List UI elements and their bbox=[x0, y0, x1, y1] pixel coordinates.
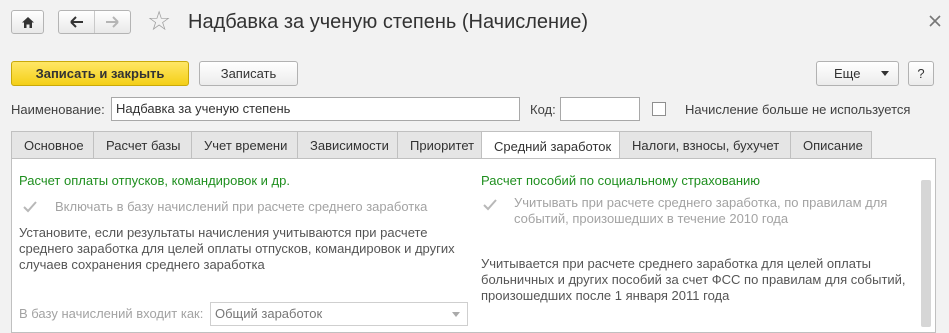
code-field[interactable] bbox=[560, 97, 640, 121]
base-type-value: Общий заработок bbox=[215, 306, 323, 321]
hint-line-3: случаев сохранения среднего заработка bbox=[19, 257, 265, 272]
tab-dependencies[interactable]: Зависимости bbox=[297, 131, 397, 159]
history-nav bbox=[58, 10, 131, 34]
tab-main[interactable]: Основное bbox=[11, 131, 93, 159]
base-type-select[interactable]: Общий заработок bbox=[210, 302, 468, 326]
info-line-3: произошедших после 1 января 2011 года bbox=[481, 288, 730, 303]
sick-leave-section-title: Расчет пособий по социальному страховани… bbox=[481, 173, 761, 188]
include-base-checkbox[interactable] bbox=[23, 200, 37, 214]
name-field[interactable]: Надбавка за ученую степень bbox=[111, 97, 520, 121]
forward-button[interactable] bbox=[95, 11, 130, 33]
tab-base-calc[interactable]: Расчет базы bbox=[93, 131, 191, 159]
favorite-star-icon[interactable]: ☆ bbox=[147, 6, 171, 36]
vertical-scrollbar[interactable] bbox=[921, 180, 931, 327]
tab-taxes[interactable]: Налоги, взносы, бухучет bbox=[619, 131, 790, 159]
page-title: Надбавка за ученую степень (Начисление) bbox=[188, 11, 589, 33]
legacy-rules-label-1: Учитывать при расчете среднего заработка… bbox=[514, 195, 888, 210]
tab-description[interactable]: Описание bbox=[790, 131, 872, 159]
dropdown-arrow-icon[interactable] bbox=[445, 303, 467, 325]
include-base-label: Включать в базу начислений при расчете с… bbox=[55, 199, 428, 214]
home-icon bbox=[21, 16, 34, 28]
check-icon bbox=[23, 201, 37, 213]
more-button-label: Еще bbox=[834, 66, 861, 81]
legacy-rules-label-2: событий, произошедших в течение 2010 год… bbox=[514, 211, 789, 226]
base-type-label: В базу начислений входит как: bbox=[19, 306, 204, 321]
save-and-close-button[interactable]: Записать и закрыть bbox=[11, 61, 189, 86]
chevron-down-icon bbox=[881, 71, 889, 76]
not-used-checkbox[interactable] bbox=[652, 102, 666, 116]
tab-bar: Основное Расчет базы Учет времени Зависи… bbox=[11, 131, 872, 160]
tab-priority[interactable]: Приоритет bbox=[397, 131, 481, 159]
help-button[interactable]: ? bbox=[908, 61, 934, 86]
home-button[interactable] bbox=[11, 10, 44, 34]
info-line-1: Учитывается при расчете среднего заработ… bbox=[481, 256, 871, 271]
vacation-section-title: Расчет оплаты отпусков, командировок и д… bbox=[19, 173, 290, 188]
back-button[interactable] bbox=[59, 11, 94, 33]
arrow-right-icon bbox=[106, 16, 120, 28]
not-used-label: Начисление больше не используется bbox=[685, 102, 911, 117]
name-label: Наименование: bbox=[11, 102, 105, 117]
save-button[interactable]: Записать bbox=[199, 61, 298, 86]
legacy-rules-checkbox[interactable] bbox=[483, 198, 497, 212]
more-button[interactable]: Еще bbox=[816, 61, 899, 86]
check-icon bbox=[483, 199, 497, 211]
code-label: Код: bbox=[530, 102, 556, 117]
info-line-2: больничных и других пособий за счет ФСС … bbox=[481, 272, 906, 287]
tab-average-earnings[interactable]: Средний заработок bbox=[481, 131, 619, 160]
hint-line-1: Установите, если результаты начисления у… bbox=[19, 225, 428, 240]
tab-time-tracking[interactable]: Учет времени bbox=[191, 131, 297, 159]
hint-line-2: среднего заработка для целей оплаты отпу… bbox=[19, 241, 455, 256]
close-icon[interactable] bbox=[928, 14, 942, 28]
arrow-left-icon bbox=[69, 16, 83, 28]
